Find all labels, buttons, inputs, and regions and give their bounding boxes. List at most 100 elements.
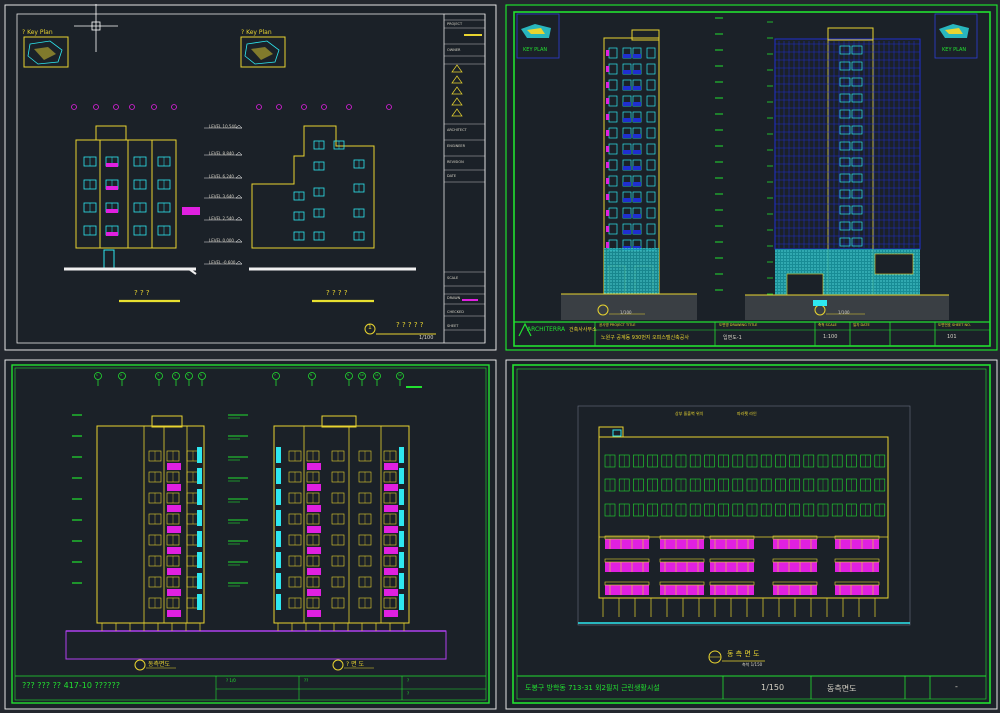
- footer-title: 동측면도: [827, 684, 857, 693]
- sheet-2-drawing: [505, 4, 998, 351]
- title-block-row: CHECKED: [447, 310, 464, 314]
- scale-label-right: 1/100: [838, 310, 850, 315]
- level-tag: LEVEL 8,840: [209, 151, 234, 156]
- balcony: [384, 589, 398, 596]
- balcony: [167, 547, 181, 554]
- scale-value: 1:100: [823, 334, 838, 340]
- screen-panel: [633, 198, 641, 202]
- balcony: [384, 547, 398, 554]
- balcony: [106, 209, 118, 213]
- level-tag: LEVEL 2,540: [209, 216, 234, 221]
- glass-panel: [197, 468, 202, 484]
- grid-marker-label: 3: [157, 373, 159, 377]
- level-marker: [235, 216, 243, 221]
- glass-panel: [276, 594, 281, 610]
- entrance-door: [103, 249, 115, 269]
- balcony: [384, 463, 398, 470]
- glass-panel: [399, 510, 404, 526]
- window: [851, 157, 863, 167]
- balcony: [660, 585, 704, 595]
- glass-panel: [197, 552, 202, 568]
- window: [646, 95, 656, 107]
- balcony: [606, 226, 609, 232]
- balcony-rail: [604, 535, 650, 540]
- window: [608, 159, 618, 171]
- glass-panel: [197, 531, 202, 547]
- balcony-rail: [834, 558, 880, 563]
- balcony-rail: [709, 581, 755, 586]
- balcony-rail: [834, 535, 880, 540]
- window: [839, 221, 851, 231]
- header-cell: 축척 SCALE: [818, 323, 837, 327]
- glass-panel: [399, 573, 404, 589]
- balcony-rail: [659, 535, 705, 540]
- window: [608, 63, 618, 75]
- title-block-row: REVISION: [447, 160, 464, 164]
- footer-scale: 1/150: [761, 683, 785, 692]
- level-marker: [235, 194, 243, 199]
- caption-scale: 축척 1/150: [742, 662, 763, 667]
- balcony: [106, 186, 118, 190]
- glass-panel: [399, 552, 404, 568]
- balcony-rail: [709, 558, 755, 563]
- screen-panel: [623, 230, 631, 234]
- screen-panel: [623, 102, 631, 106]
- window: [839, 61, 851, 71]
- balcony: [307, 610, 321, 617]
- grid-marker-label: 12: [398, 373, 402, 377]
- balcony: [606, 130, 609, 136]
- window: [608, 95, 618, 107]
- glass-panel: [276, 447, 281, 463]
- window: [646, 175, 656, 187]
- title-block-row: ARCHITECT: [447, 128, 467, 132]
- title-block-row: SHEET: [447, 324, 459, 328]
- balcony: [606, 98, 609, 104]
- glass-panel: [276, 552, 281, 568]
- sheet-2[interactable]: KEY PLAN KEY PLAN 1/100 1/100 ARCHITERRA…: [505, 4, 998, 351]
- footer-cell: ?: [407, 691, 410, 696]
- caption-right: ? 면 도: [346, 661, 365, 668]
- window: [646, 143, 656, 155]
- window: [851, 173, 863, 183]
- header-cell: 공사명 PROJECT TITLE: [599, 323, 636, 327]
- balcony-rail: [772, 535, 818, 540]
- sheet-4[interactable]: 상부 돌출벽 위치 파라펫 라인 동 측 면 도 축척 1/150 도봉구 방학…: [505, 359, 998, 710]
- window: [851, 45, 863, 55]
- window: [646, 207, 656, 219]
- window: [839, 77, 851, 87]
- balcony: [167, 610, 181, 617]
- level-tag: LEVEL 0,000: [209, 238, 234, 243]
- screen-panel: [623, 182, 631, 186]
- window: [646, 159, 656, 171]
- screen-panel: [623, 150, 631, 154]
- bubble-number: 1: [368, 324, 372, 331]
- screen-panel: [623, 118, 631, 122]
- sheet-number: 101: [947, 334, 957, 340]
- sheet-3[interactable]: 동측면도 ? 면 도 ??? ??? ?? 417-10 ?????? ? 1/…: [4, 359, 497, 710]
- caption-left: ? ? ?: [134, 289, 150, 297]
- glass-panel: [276, 510, 281, 526]
- glass-panel: [197, 510, 202, 526]
- balcony: [167, 505, 181, 512]
- window: [839, 93, 851, 103]
- screen-panel: [623, 54, 631, 58]
- level-tag: LEVEL 6,240: [209, 174, 234, 179]
- balcony: [307, 547, 321, 554]
- glass-panel: [399, 447, 404, 463]
- key-plan-label-right: ? Key Plan: [241, 29, 272, 36]
- screen-panel: [633, 70, 641, 74]
- glass-panel: [399, 531, 404, 547]
- window: [851, 109, 863, 119]
- screen-panel: [633, 118, 641, 122]
- grid-marker-label: 9: [347, 373, 349, 377]
- balcony-rail: [772, 558, 818, 563]
- balcony: [384, 568, 398, 575]
- balcony-rail: [834, 581, 880, 586]
- window: [608, 191, 618, 203]
- key-plan-label-right: KEY PLAN: [942, 47, 967, 53]
- sheet-1[interactable]: ? Key Plan ? Key Plan ? ? ? ? ? ? ? 1 ? …: [4, 4, 497, 351]
- project-title: 노원구 공계동 930번지 오피스텔신축공사: [601, 335, 689, 341]
- screen-panel: [623, 86, 631, 90]
- header-cell: 일자 DATE: [853, 323, 870, 327]
- scale-label-left: 1/100: [620, 310, 632, 315]
